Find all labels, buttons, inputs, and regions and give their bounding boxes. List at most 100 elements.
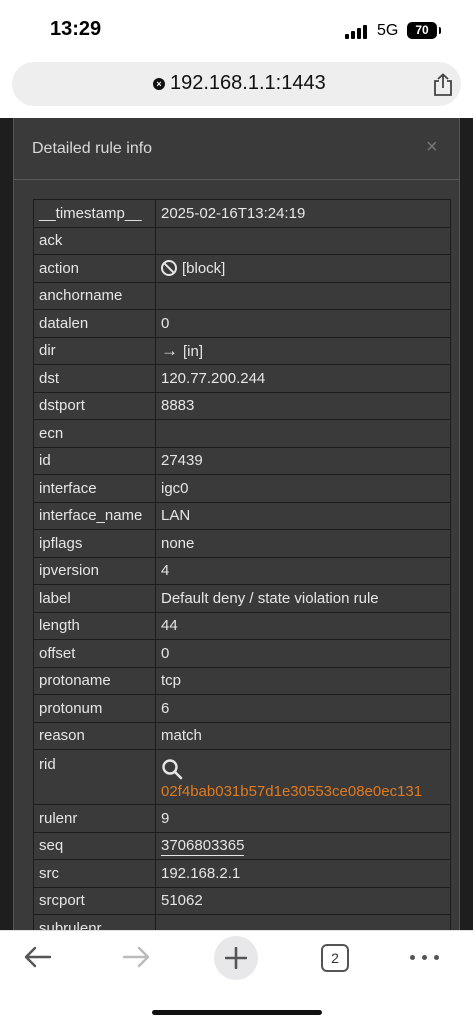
row-value: 44 [155,611,451,640]
row-key: offset [33,639,156,668]
table-row: protonum 6 [33,694,451,723]
action-value: [block] [182,259,226,277]
row-key: ecn [33,419,156,448]
modal-title: Detailed rule info [32,140,153,157]
row-value: 51062 [155,886,451,915]
dir-value: [in] [183,342,204,360]
tabs-button[interactable]: 2 [321,944,349,972]
status-bar: 13:29 5G 70 [0,0,473,58]
row-value: 0 [155,639,451,668]
forward-arrow-icon[interactable] [120,943,152,971]
row-value: Default deny / state violation rule [155,584,451,613]
table-row: datalen 0 [33,309,451,338]
seq-link[interactable]: 3706803365 [161,837,245,857]
row-value: LAN [155,501,451,530]
row-key: interface_name [33,501,156,530]
row-value [155,419,451,448]
row-value: igc0 [155,474,451,503]
url-text[interactable]: 192.168.1.1:1443 [170,72,326,95]
table-row: id 27439 [33,446,451,475]
table-row: reason match [33,721,451,750]
table-row: src 192.168.2.1 [33,859,451,888]
table-row: protoname tcp [33,666,451,695]
row-key: datalen [33,309,156,338]
search-icon[interactable] [161,758,183,780]
row-value: 8883 [155,391,451,420]
table-row: offset 0 [33,639,451,668]
new-tab-button[interactable] [214,936,258,980]
row-value [155,226,451,255]
row-value: 120.77.200.244 [155,364,451,393]
battery-icon: 70 [407,22,441,39]
row-key: srcport [33,886,156,915]
modal-header: Detailed rule info × [14,118,459,180]
row-key: action [33,254,156,283]
row-value: 6 [155,694,451,723]
row-key: dst [33,364,156,393]
rid-link[interactable]: 02f4bab031b57d1e30553ce08e0ec131 [161,783,422,800]
row-value: match [155,721,451,750]
table-row: dst 120.77.200.244 [33,364,451,393]
row-value: 27439 [155,446,451,475]
row-key: length [33,611,156,640]
table-row: ipflags none [33,529,451,558]
row-value: 3706803365 [155,831,451,860]
row-value [155,914,451,930]
block-icon [161,259,177,276]
row-value: 9 [155,804,451,833]
row-key: ack [33,226,156,255]
row-key: seq [33,831,156,860]
table-row: ipversion 4 [33,556,451,585]
table-row: ecn [33,419,451,448]
row-key: dir [33,336,156,365]
row-key: anchorname [33,281,156,310]
status-time: 13:29 [50,18,102,40]
row-key: id [33,446,156,475]
row-value: 192.168.2.1 [155,859,451,888]
table-row: rulenr 9 [33,804,451,833]
back-arrow-icon[interactable] [22,943,54,971]
row-value: tcp [155,666,451,695]
cellular-signal-icon [345,25,369,39]
table-row: ack [33,226,451,255]
table-row: dir → [in] [33,336,451,365]
more-options-icon[interactable] [410,955,440,961]
address-bar[interactable]: × 192.168.1.1:1443 [12,62,461,106]
table-row: action [block] [33,254,451,283]
row-value: 4 [155,556,451,585]
row-value: none [155,529,451,558]
table-row: interface_name LAN [33,501,451,530]
row-key: dstport [33,391,156,420]
table-row: subrulenr [33,914,451,930]
table-row: label Default deny / state violation rule [33,584,451,613]
row-value: 2025-02-16T13:24:19 [155,199,451,228]
table-row: rid 02f4bab031b57d1e30553ce08e0ec131 [33,749,451,805]
row-key: rulenr [33,804,156,833]
table-row: anchorname [33,281,451,310]
row-value: 0 [155,309,451,338]
row-value: 02f4bab031b57d1e30553ce08e0ec131 [155,749,451,805]
row-value [155,281,451,310]
row-key: interface [33,474,156,503]
row-value: [block] [155,254,451,283]
row-key: protonum [33,694,156,723]
browser-toolbar: 2 [0,930,473,1024]
network-type: 5G [377,22,399,39]
row-key: subrulenr [33,914,156,930]
table-row: interface igc0 [33,474,451,503]
table-row: srcport 51062 [33,886,451,915]
row-key: ipflags [33,529,156,558]
row-value: → [in] [155,336,451,365]
rule-details-table: __timestamp__ 2025-02-16T13:24:19 ack act… [33,199,451,930]
row-key: protoname [33,666,156,695]
row-key: __timestamp__ [33,199,156,228]
table-row: length 44 [33,611,451,640]
row-key: src [33,859,156,888]
close-icon[interactable]: × [426,136,438,159]
table-row: seq 3706803365 [33,831,451,860]
not-secure-icon[interactable]: × [153,78,165,90]
home-indicator [152,1010,322,1015]
table-row: __timestamp__ 2025-02-16T13:24:19 [33,199,451,228]
plus-icon [225,947,247,969]
share-icon[interactable] [432,73,454,97]
